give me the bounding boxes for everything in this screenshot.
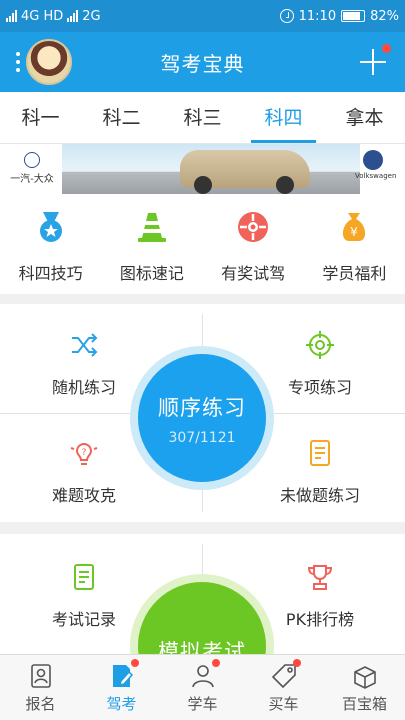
document-icon [310,440,330,466]
brand-right-text: Volkswagen [355,172,397,180]
sequential-practice-button[interactable]: 顺序练习 307/1121 [130,346,274,490]
undone-practice-label: 未做题练习 [279,486,360,505]
practice-panel: 随机练习 专项练习 ? 难题攻克 未做题练习 顺序练习 307/1121 [0,304,405,522]
feature-row: 科四技巧 图标速记 有奖试驾 ¥ 学员福利 [0,194,405,294]
edit-book-icon [112,665,133,687]
tab-subject-3[interactable]: 科三 [162,92,243,143]
person-icon [191,665,214,688]
moneybag-icon: ¥ [343,213,366,241]
battery-icon [341,10,366,22]
status-right: 11:10 82% [279,8,399,24]
difficult-practice-label: 难题攻克 [51,486,116,505]
brand-logo-right: Volkswagen [355,150,396,180]
shuffle-icon [72,333,98,357]
medal-icon [39,212,62,242]
vw-logo-icon [24,152,40,168]
nav-exam[interactable]: 驾考 [81,655,162,720]
battery-percent: 82% [370,8,399,24]
id-card-icon [30,664,51,688]
car-image [180,150,310,194]
signal-icon [6,10,17,22]
signal-icon-2 [67,10,79,22]
nav-signup[interactable]: 报名 [0,655,81,720]
trophy-icon [307,565,333,590]
tab-subject-2[interactable]: 科二 [81,92,162,143]
tab-license[interactable]: 拿本 [324,92,405,143]
feature-signs[interactable]: 图标速记 [101,194,202,294]
subject-tabs: 科一 科二 科三 科四 拿本 [0,92,405,144]
brand-left-text: 一汽-大众 [10,174,54,185]
nav-buy-car[interactable]: 买车 [243,655,324,720]
app-bar: 驾考宝典 [0,32,405,92]
add-icon[interactable] [359,48,387,76]
nav-learn-label: 学车 [187,695,218,713]
traffic-cone-icon [137,213,166,242]
ad-banner[interactable]: 一汽-大众 Volkswagen [0,144,405,194]
feature-test-drive-label: 有奖试驾 [221,264,286,283]
nav-toolbox-label: 百宝箱 [341,695,387,713]
status-left: 4G HD 2G [6,9,101,24]
sequential-practice-label: 顺序练习 [158,396,246,420]
mock-exam-label: 模拟考试 [158,640,246,654]
tag-icon [271,664,296,689]
box-icon [353,666,376,689]
exam-panel: 考试记录 PK排行榜 模拟考试 [0,534,405,654]
network-label-2: 2G [82,8,101,24]
feature-tips-label: 科四技巧 [18,264,83,283]
record-icon [74,564,94,590]
banner-image [62,144,360,194]
nav-learn-dot [211,659,220,667]
brand-logo-left: 一汽-大众 [10,152,54,185]
app-title: 驾考宝典 [160,52,245,76]
notification-dot [382,44,391,53]
bottom-nav: 报名 驾考 学车 买车 百宝箱 [0,654,405,720]
nav-signup-label: 报名 [25,695,56,713]
feature-test-drive[interactable]: 有奖试驾 [203,194,304,294]
svg-text:¥: ¥ [351,225,359,239]
clock: 11:10 [298,8,337,24]
alarm-icon [279,9,294,23]
nav-buy-car-dot [292,659,301,667]
feature-benefits-label: 学员福利 [322,264,387,283]
target-icon [306,331,334,359]
status-bar: 4G HD 2G 11:10 82% [0,0,405,32]
feature-signs-label: 图标速记 [119,264,184,283]
nav-exam-dot [130,659,139,667]
nav-exam-label: 驾考 [106,695,137,713]
nav-toolbox[interactable]: 百宝箱 [324,655,405,720]
nav-buy-car-label: 买车 [268,695,299,713]
network-label: 4G HD [21,8,64,24]
tab-subject-4[interactable]: 科四 [243,92,324,143]
nav-learn[interactable]: 学车 [162,655,243,720]
feature-benefits[interactable]: ¥ 学员福利 [304,194,405,294]
tab-subject-1[interactable]: 科一 [0,92,81,143]
wheel-icon [238,212,269,242]
feature-tips[interactable]: 科四技巧 [0,194,101,294]
svg-text:?: ? [82,448,87,458]
practice-progress: 307/1121 [168,430,236,446]
volkswagen-logo-icon [363,150,383,170]
bulb-question-icon: ? [70,443,98,465]
